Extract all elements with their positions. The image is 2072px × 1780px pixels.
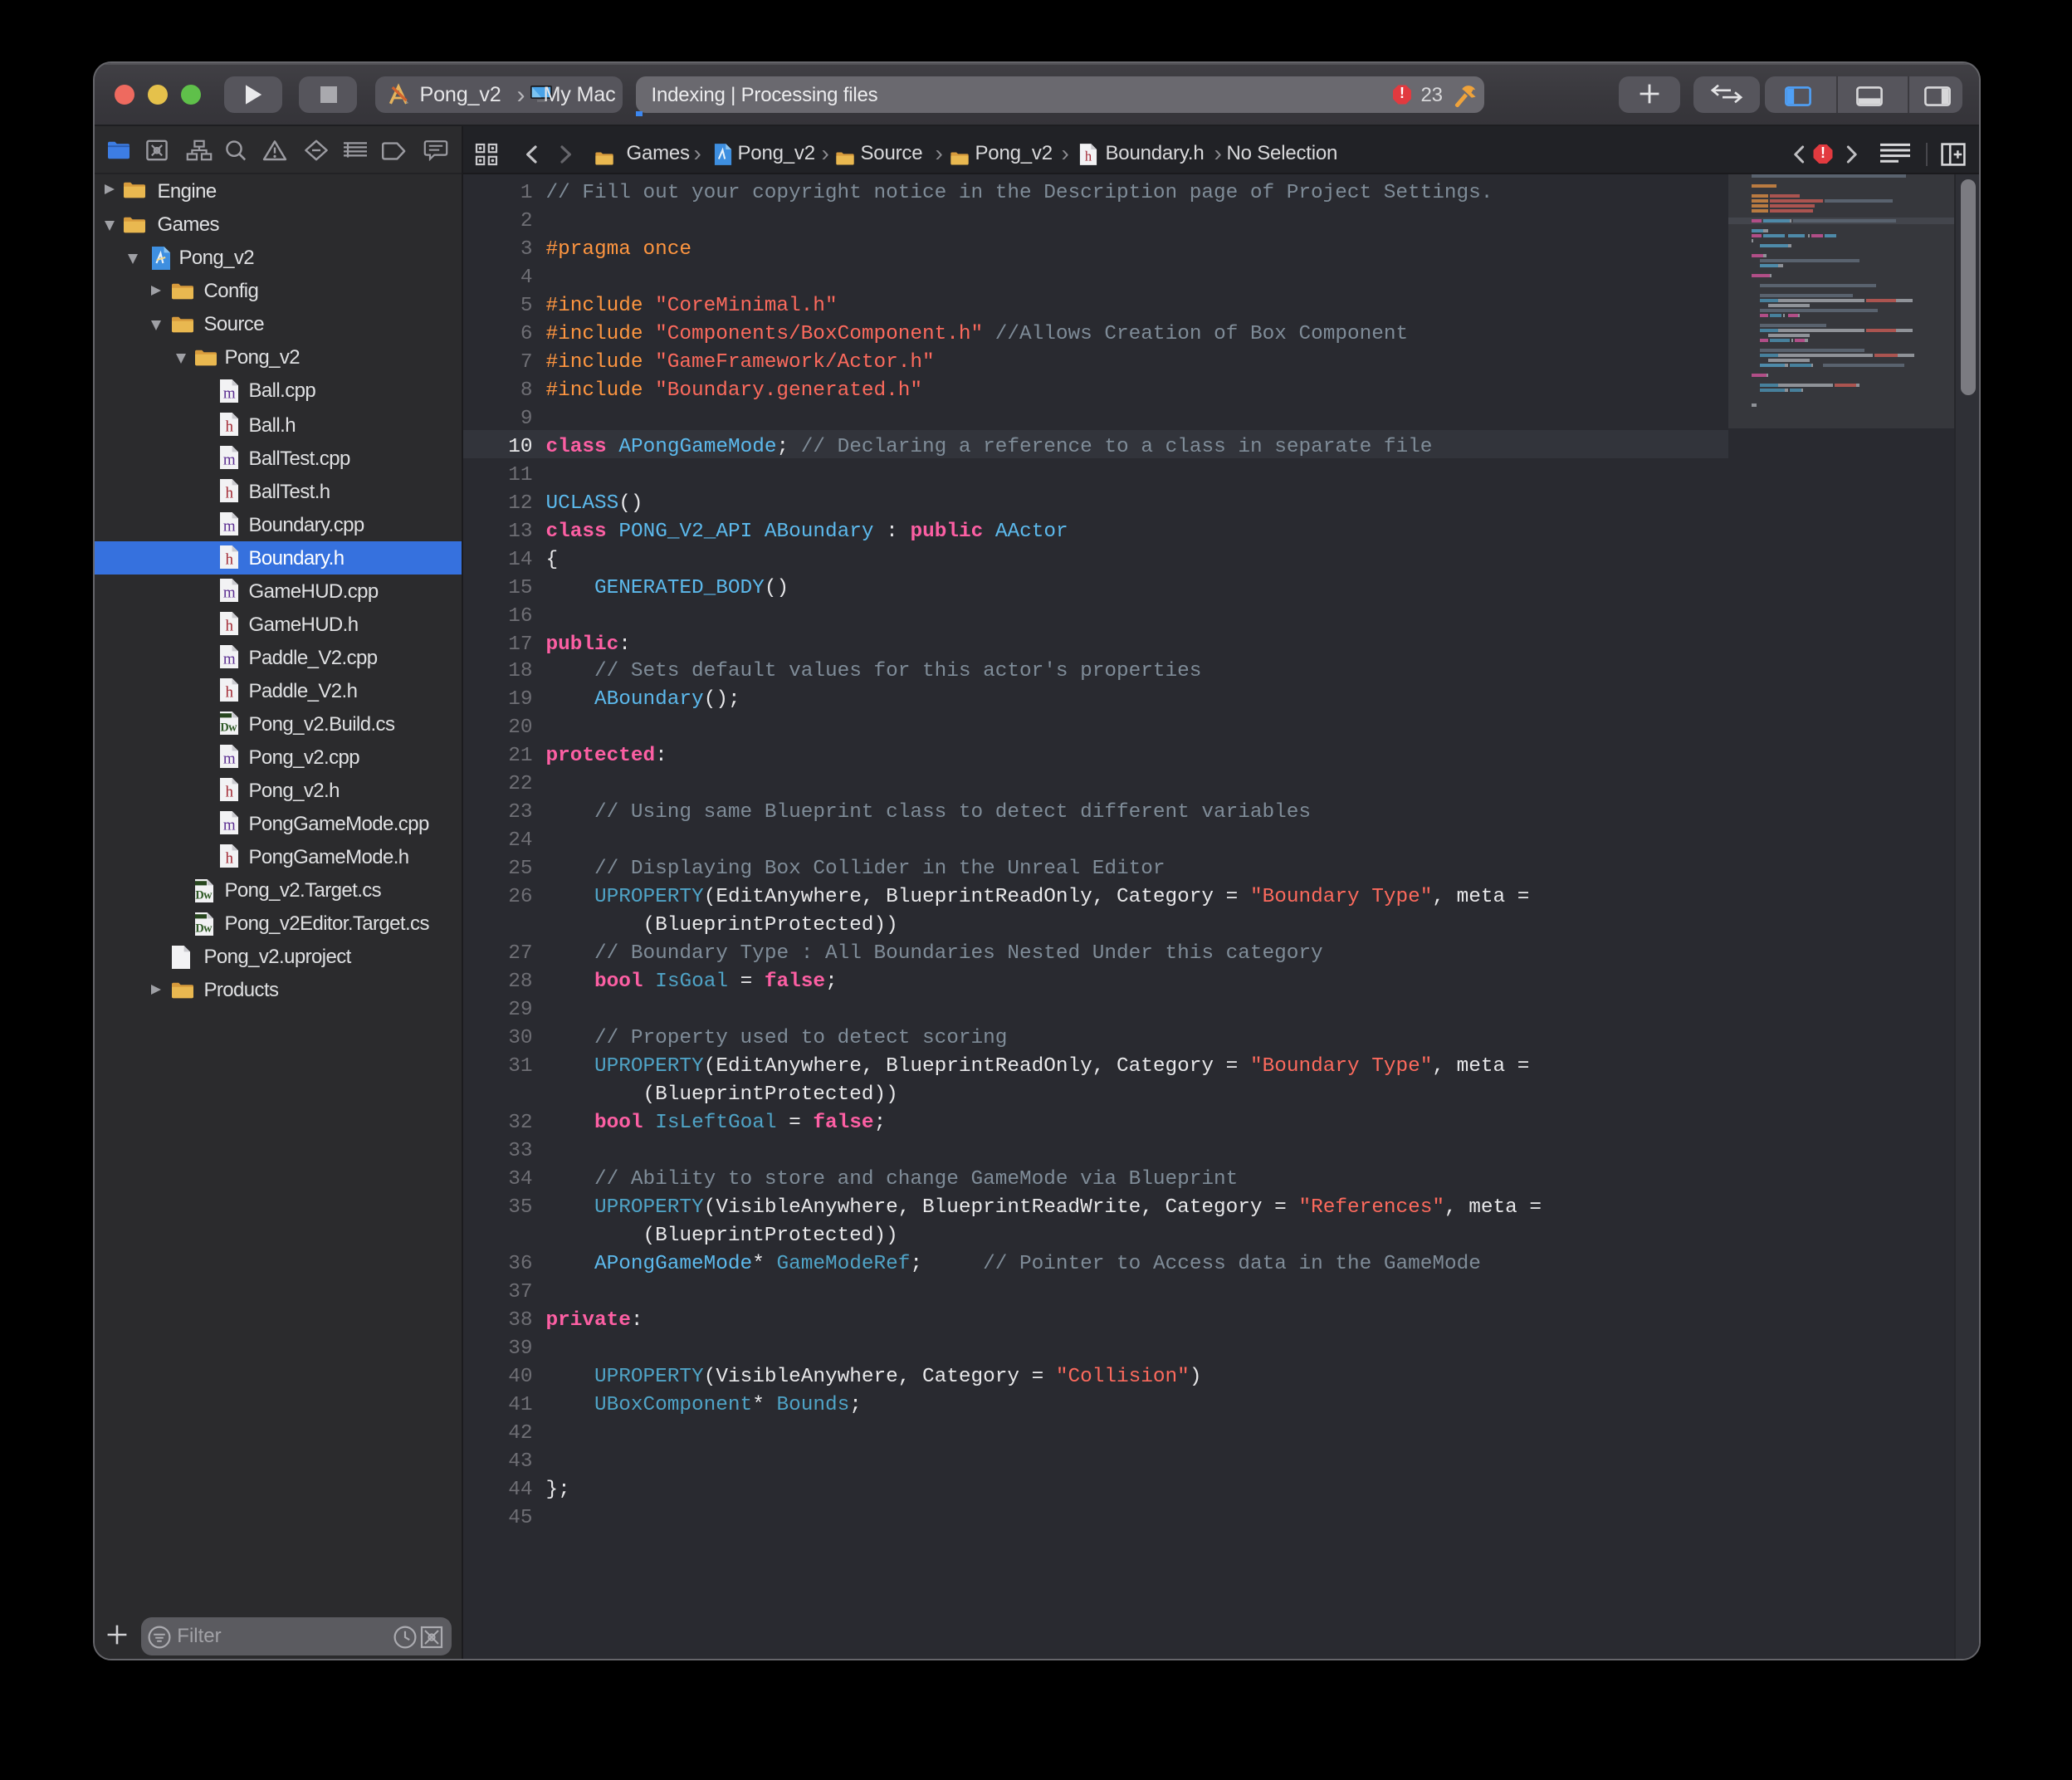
svg-text:m: m [223,651,236,668]
svg-text:m: m [223,751,236,768]
svg-text:h: h [226,784,234,801]
svg-text:m: m [223,384,236,402]
svg-text:m: m [223,584,236,602]
svg-text:Dw: Dw [196,922,213,935]
svg-text:h: h [226,551,234,569]
svg-text:h: h [226,851,234,868]
svg-text:m: m [223,518,236,535]
svg-text:Dw: Dw [196,888,213,901]
svg-text:h: h [226,484,234,501]
svg-text:h: h [226,618,234,635]
svg-text:Dw: Dw [221,721,238,735]
svg-text:m: m [223,817,236,834]
svg-text:h: h [226,684,234,702]
svg-text:m: m [223,451,236,468]
svg-text:h: h [1084,148,1092,164]
svg-text:h: h [226,418,234,435]
